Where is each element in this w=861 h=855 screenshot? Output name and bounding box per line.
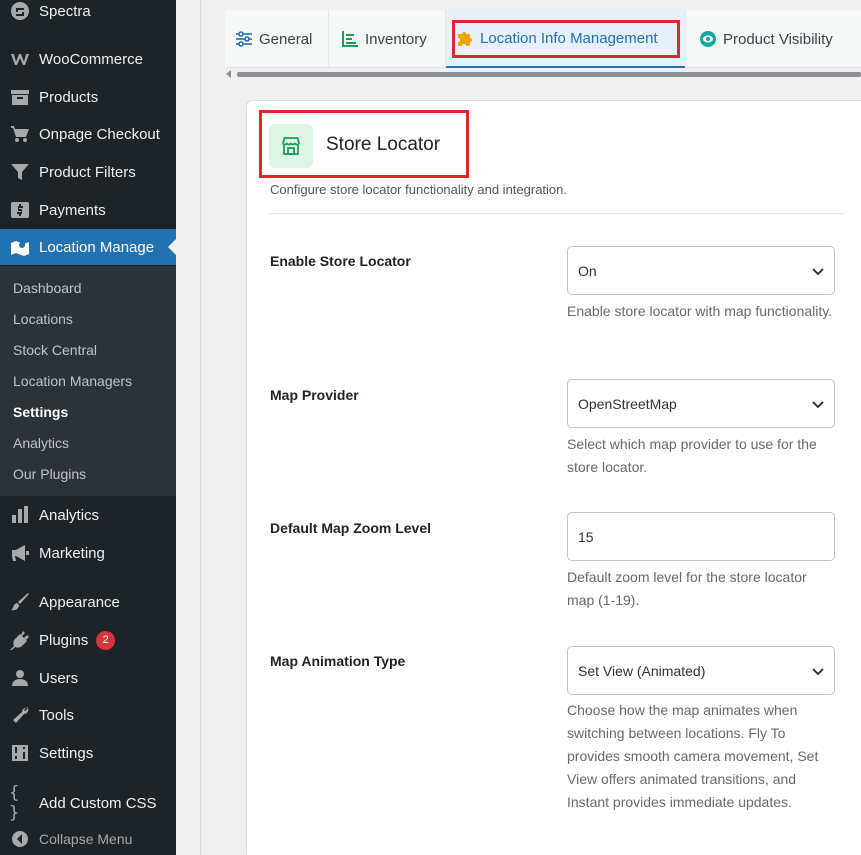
chevron-down-icon — [812, 268, 824, 276]
collapse-menu-label: Collapse Menu — [39, 831, 133, 847]
menu-label: Settings — [39, 744, 94, 762]
menu-item-marketing[interactable]: Marketing — [0, 535, 176, 571]
spectra-icon — [9, 0, 31, 22]
menu-label: Onpage Checkout — [39, 125, 160, 143]
bar-chart-icon — [9, 504, 31, 526]
map-animation-select[interactable]: Set View (Animated) — [567, 646, 835, 695]
tab-label: Inventory — [365, 30, 427, 48]
chevron-down-icon — [812, 401, 824, 409]
plugin-icon — [9, 629, 31, 651]
submenu-analytics[interactable]: Analytics — [13, 435, 69, 451]
collapse-arrow-icon — [9, 828, 31, 850]
menu-label: Tools — [39, 706, 75, 724]
sliders-icon — [236, 31, 252, 47]
scroll-left-arrow-icon[interactable] — [226, 70, 231, 78]
card-divider — [269, 213, 845, 214]
woocommerce-icon — [9, 48, 31, 70]
menu-label: Products — [39, 88, 99, 106]
menu-item-product-filters[interactable]: Product Filters — [0, 154, 176, 190]
menu-item-plugins[interactable]: Plugins 2 — [0, 622, 176, 658]
menu-label: Marketing — [39, 544, 105, 562]
submenu-settings[interactable]: Settings — [13, 404, 68, 420]
menu-item-woocommerce[interactable]: WooCommerce — [0, 41, 176, 77]
menu-label: WooCommerce — [39, 50, 143, 68]
menu-item-users[interactable]: Users — [0, 660, 176, 696]
default-zoom-input[interactable]: 15 — [567, 512, 835, 561]
select-value: Set View (Animated) — [578, 662, 706, 679]
menu-item-add-custom-css[interactable]: { } Add Custom CSS — [0, 783, 176, 823]
tabs-scrollbar[interactable] — [225, 70, 861, 78]
submenu-stock-central[interactable]: Stock Central — [13, 342, 97, 358]
eye-icon — [700, 31, 716, 47]
menu-label: Users — [39, 669, 79, 687]
menu-label: Analytics — [39, 506, 100, 524]
cart-icon — [9, 123, 31, 145]
location-manage-submenu: Dashboard Locations Stock Central Locati… — [0, 266, 176, 496]
menu-item-products[interactable]: Products — [0, 79, 176, 115]
inventory-icon — [342, 31, 358, 47]
settings-icon — [9, 742, 31, 764]
enable-store-locator-help: Enable store locator with map functional… — [567, 303, 833, 319]
menu-label: Plugins — [39, 631, 89, 649]
menu-label: Product Filters — [39, 163, 136, 181]
map-provider-help: Select which map provider to use for the… — [567, 436, 817, 475]
menu-item-location-manage[interactable]: Location Manage — [0, 229, 176, 265]
users-icon — [9, 667, 31, 689]
select-value: On — [578, 262, 597, 279]
submenu-our-plugins[interactable]: Our Plugins — [13, 466, 86, 482]
map-location-icon — [9, 236, 31, 258]
submenu-locations[interactable]: Locations — [13, 311, 73, 327]
menu-item-payments[interactable]: Payments — [0, 192, 176, 228]
submenu-location-managers[interactable]: Location Managers — [13, 373, 132, 389]
menu-label: Location Manage — [39, 238, 155, 256]
submenu-dashboard[interactable]: Dashboard — [13, 280, 82, 296]
menu-item-onpage-checkout[interactable]: Onpage Checkout — [0, 116, 176, 152]
wrench-icon — [9, 704, 31, 726]
dollar-icon — [9, 199, 31, 221]
tab-label: General — [259, 30, 313, 48]
plugin-update-badge: 2 — [96, 630, 116, 650]
tab-separator — [328, 10, 329, 68]
tab-separator — [685, 10, 686, 68]
menu-item-tools[interactable]: Tools — [0, 697, 176, 733]
menu-item-appearance[interactable]: Appearance — [0, 584, 176, 620]
main-content: General Inventory Location Info Manageme… — [176, 0, 861, 855]
map-provider-select[interactable]: OpenStreetMap — [567, 379, 835, 428]
tab-label: Product Visibility — [723, 30, 833, 48]
tab-inventory[interactable]: Inventory — [331, 10, 437, 68]
collapse-menu-button[interactable]: Collapse Menu — [0, 821, 176, 855]
enable-store-locator-select[interactable]: On — [567, 246, 835, 295]
map-animation-label: Map Animation Type — [270, 653, 406, 669]
admin-sidebar: Spectra WooCommerce Products Onpage Chec… — [0, 0, 176, 855]
map-animation-help: Choose how the map animates when switchi… — [567, 702, 819, 810]
filter-icon — [9, 161, 31, 183]
store-locator-card: Store Locator Configure store locator fu… — [246, 100, 861, 855]
menu-label: Appearance — [39, 593, 120, 611]
scrollbar-thumb[interactable] — [237, 72, 861, 77]
select-value: OpenStreetMap — [578, 395, 677, 412]
menu-item-analytics[interactable]: Analytics — [0, 497, 176, 533]
enable-store-locator-label: Enable Store Locator — [270, 253, 411, 269]
map-provider-label: Map Provider — [270, 387, 359, 403]
default-zoom-help: Default zoom level for the store locator… — [567, 569, 807, 608]
braces-icon: { } — [9, 783, 20, 823]
tab-product-visibility[interactable]: Product Visibility — [689, 10, 843, 68]
card-description: Configure store locator functionality an… — [270, 182, 568, 197]
chevron-down-icon — [812, 668, 824, 676]
archive-icon — [9, 86, 31, 108]
frame-divider — [200, 0, 201, 855]
tab-highlight-box — [452, 20, 680, 58]
tab-general[interactable]: General — [225, 10, 322, 68]
menu-item-spectra[interactable]: Spectra — [0, 0, 176, 29]
megaphone-icon — [9, 542, 31, 564]
menu-label: Add Custom CSS — [39, 794, 157, 812]
card-header-highlight-box — [259, 110, 469, 178]
menu-label: Spectra — [39, 2, 91, 20]
menu-item-settings[interactable]: Settings — [0, 735, 176, 771]
paintbrush-icon — [9, 591, 31, 613]
menu-label: Payments — [39, 201, 106, 219]
input-value: 15 — [578, 528, 594, 545]
default-zoom-label: Default Map Zoom Level — [270, 520, 432, 536]
